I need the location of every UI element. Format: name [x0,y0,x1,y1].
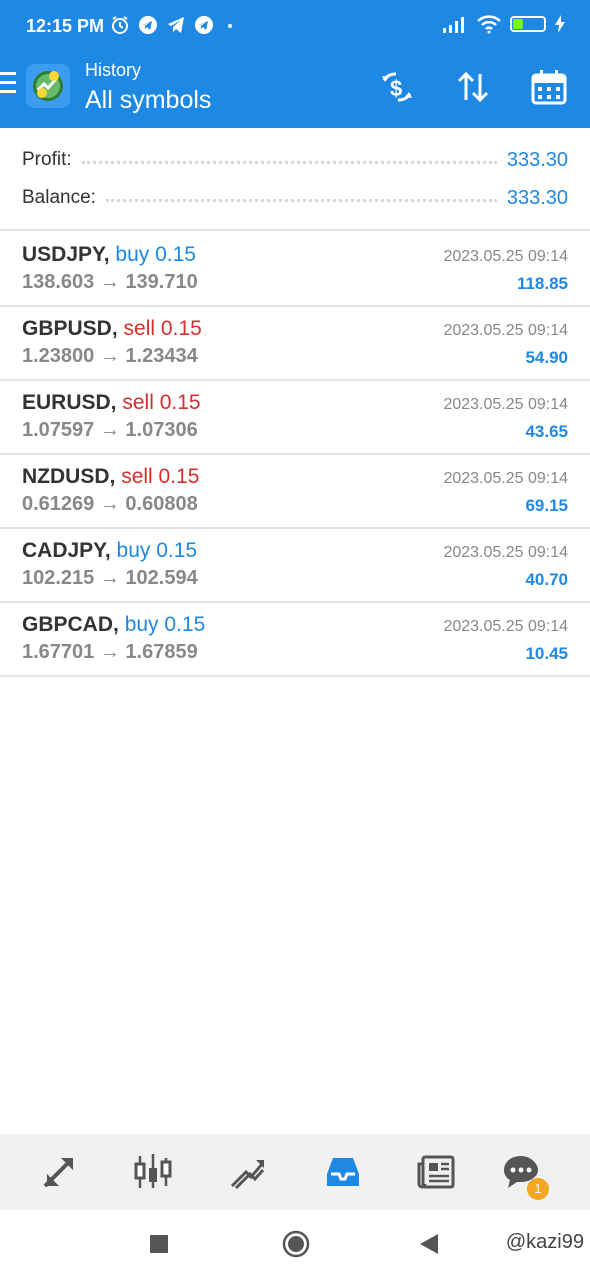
trade-time: 2023.05.25 09:14 [443,322,568,339]
trades-list: USDJPY, buy 0.15 138.603 → 139.710 2023.… [0,233,590,677]
battery-icon: 30 [510,16,546,32]
recents-button[interactable] [150,1235,168,1258]
battery-level: 30 [521,17,535,29]
trade-symbol: GBPUSD, [22,317,118,340]
trade-direction: buy 0.15 [116,539,198,562]
trade-profit: 10.45 [525,644,568,663]
trade-symbol: EURUSD, [22,391,117,414]
app-logo [26,64,70,108]
status-icons-left [110,15,238,35]
bottom-nav: 1 [0,1134,590,1210]
trade-row[interactable]: EURUSD, sell 0.15 1.07597 → 1.07306 2023… [0,381,590,455]
chart-icon[interactable] [129,1148,177,1196]
trade-row[interactable]: GBPUSD, sell 0.15 1.23800 → 1.23434 2023… [0,307,590,381]
profit-row: Profit: 333.30 [22,145,568,175]
chat-icon[interactable]: 1 [497,1148,549,1200]
dot-icon [228,24,232,28]
trade-direction: buy 0.15 [124,613,206,636]
system-nav: @kazi99 [0,1210,590,1280]
summary: Profit: 333.30 Balance: 333.30 [0,128,590,231]
trade-symbol: NZDUSD, [22,465,116,488]
trade-profit: 69.15 [525,496,568,515]
trade-prices: 1.23800 → 1.23434 [22,345,198,367]
trade-row[interactable]: USDJPY, buy 0.15 138.603 → 139.710 2023.… [0,233,590,307]
header-title[interactable]: All symbols [85,86,211,115]
trade-prices: 1.07597 → 1.07306 [22,419,198,441]
profit-dots [81,160,497,164]
trade-profit: 118.85 [516,274,568,293]
trade-time: 2023.05.25 09:14 [443,618,568,635]
telegram-icon [139,16,157,34]
balance-value: 333.30 [506,186,568,209]
trade-row[interactable]: GBPCAD, buy 0.15 1.67701 → 1.67859 2023.… [0,603,590,677]
balance-row: Balance: 333.30 [22,183,568,213]
alarm-icon [112,16,128,34]
menu-icon[interactable] [0,72,16,94]
wifi-icon [477,15,501,34]
trade-profit: 54.90 [525,348,568,367]
svg-text:$: $ [390,76,402,101]
news-icon[interactable] [413,1148,461,1196]
trade-direction: sell 0.15 [121,465,200,488]
trade-symbol: USDJPY, [22,243,110,266]
profit-label: Profit: [22,149,72,170]
trade-prices: 0.61269 → 0.60808 [22,493,198,515]
home-button[interactable] [282,1230,310,1263]
trade-time: 2023.05.25 09:14 [443,248,568,265]
trade-row[interactable]: CADJPY, buy 0.15 102.215 → 102.594 2023.… [0,529,590,603]
trade-time: 2023.05.25 09:14 [443,396,568,413]
signal-icon [443,17,464,33]
trade-prices: 1.67701 → 1.67859 [22,641,198,663]
trade-profit: 40.70 [525,570,568,589]
sort-icon[interactable] [454,68,492,106]
trade-row[interactable]: NZDUSD, sell 0.15 0.61269 → 0.60808 2023… [0,455,590,529]
trade-profit: 43.65 [525,422,568,441]
calendar-icon[interactable] [530,68,568,106]
status-bar: 12:15 PM 30 [0,0,590,52]
trade-prices: 138.603 → 139.710 [22,271,198,293]
back-button[interactable] [420,1234,438,1259]
status-time: 12:15 PM [26,16,105,36]
quotes-icon[interactable] [35,1148,83,1196]
trade-symbol: CADJPY, [22,539,111,562]
status-icons-right: 30 [442,14,566,34]
chat-badge: 1 [527,1178,549,1200]
trade-prices: 102.215 → 102.594 [22,567,198,589]
header-subtitle: History [85,60,142,80]
telegram-icon [195,16,213,34]
header-actions: $ [378,68,568,106]
trade-direction: buy 0.15 [115,243,196,266]
trade-direction: sell 0.15 [123,317,202,340]
trade-time: 2023.05.25 09:14 [443,544,568,561]
deposit-icon[interactable]: $ [378,68,416,106]
balance-dots [105,198,497,202]
trade-icon[interactable] [224,1148,272,1196]
trade-direction: sell 0.15 [122,391,201,414]
history-icon[interactable] [319,1148,367,1196]
charging-icon [555,15,565,33]
trade-symbol: GBPCAD, [22,613,119,636]
trade-time: 2023.05.25 09:14 [443,470,568,487]
balance-label: Balance: [22,187,96,208]
app-header: History All symbols $ [0,52,590,128]
watermark: @kazi99 [505,1231,584,1253]
telegram-icon [168,17,184,33]
profit-value: 333.30 [506,148,568,171]
